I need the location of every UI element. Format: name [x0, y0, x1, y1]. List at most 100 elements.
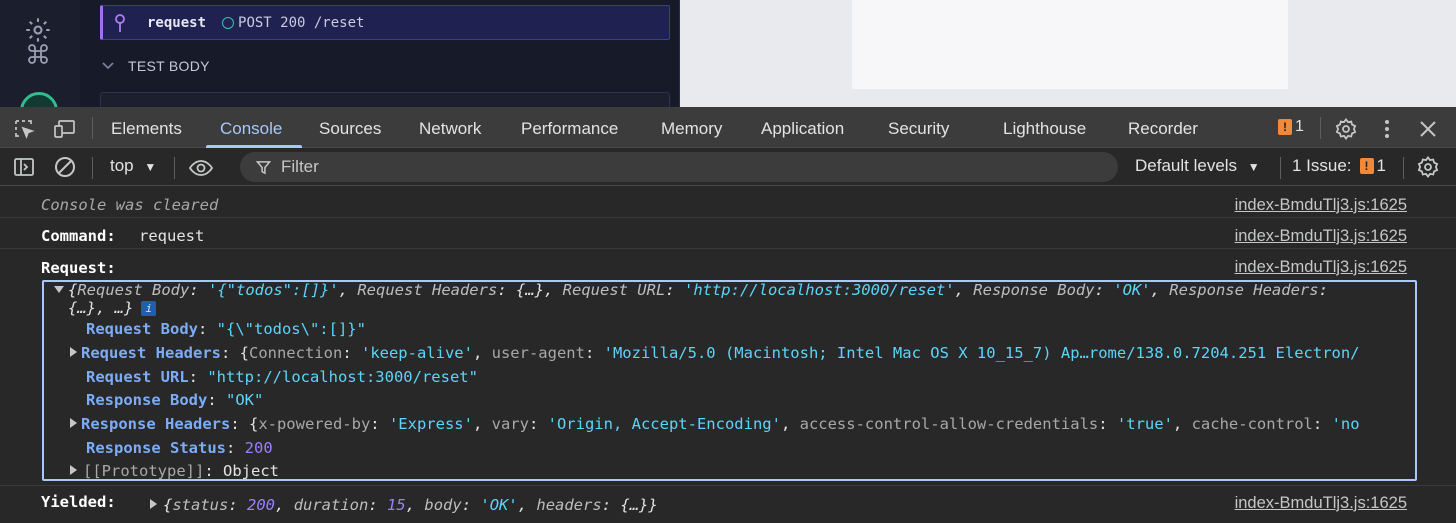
tab-lighthouse[interactable]: Lighthouse	[1003, 107, 1086, 148]
eye-icon[interactable]	[188, 156, 214, 180]
property-key: Response Body	[86, 391, 208, 409]
divider	[92, 157, 93, 179]
console-cleared-text: Console was cleared	[41, 196, 219, 214]
header-key: cache-control	[1191, 415, 1313, 433]
header-key: x-powered-by	[258, 415, 371, 433]
context-select[interactable]: top ▼	[110, 156, 156, 176]
tab-elements[interactable]: Elements	[111, 107, 182, 148]
property-value: 200	[244, 439, 273, 457]
chevron-down-icon	[102, 62, 114, 70]
source-link[interactable]: index-BmduTlj3.js:1625	[1235, 258, 1407, 277]
yield-key: status	[172, 496, 229, 514]
property-row[interactable]: [[Prototype]]: Object	[70, 462, 279, 479]
expand-arrow-icon[interactable]	[54, 286, 64, 293]
summary-key: Response Body	[973, 281, 1095, 299]
property-row: Response Status: 200	[86, 439, 273, 457]
warning-icon: !	[1359, 158, 1374, 174]
filter-placeholder: Filter	[281, 157, 319, 176]
header-value: 'keep-alive'	[360, 344, 473, 362]
property-row: Request URL: "http://localhost:3000/rese…	[86, 368, 478, 386]
header-value: 'no	[1331, 415, 1360, 433]
header-value: 'Origin, Accept-Encoding'	[547, 415, 781, 433]
preview-card	[852, 0, 1288, 89]
object-summary[interactable]: {Request Body: '{"todos":[]}', Request H…	[54, 281, 1328, 299]
summary-value: 'OK'	[1113, 281, 1151, 299]
source-link[interactable]: index-BmduTlj3.js:1625	[1235, 494, 1407, 513]
tab-console[interactable]: Console	[220, 107, 282, 148]
issues-label: 1 Issue:	[1292, 156, 1352, 175]
console-message: Yielded: {status: 200, duration: 15, bod…	[0, 486, 1456, 523]
tab-security[interactable]: Security	[888, 107, 949, 148]
settings-icon[interactable]	[24, 16, 52, 44]
tab-memory[interactable]: Memory	[661, 107, 722, 148]
devtools-tabbar: Elements Console Sources Network Perform…	[0, 107, 1456, 148]
console-toolbar: top ▼ Filter Default levels ▼ 1 Issue: !…	[0, 148, 1456, 186]
sidebar-toggle-icon[interactable]	[12, 155, 36, 179]
property-row[interactable]: Request Headers: {Connection: 'keep-aliv…	[70, 344, 1360, 362]
request-label: Request:	[41, 259, 116, 277]
test-body-toggle[interactable]: TEST BODY	[102, 58, 210, 74]
yield-key: duration	[293, 496, 369, 514]
tab-performance[interactable]: Performance	[521, 107, 618, 148]
source-link[interactable]: index-BmduTlj3.js:1625	[1235, 196, 1407, 215]
gear-icon[interactable]	[1334, 117, 1358, 141]
warning-icon: !	[1278, 119, 1292, 135]
inspect-element-icon[interactable]	[12, 117, 36, 141]
issues-badge[interactable]: ! 1	[1278, 118, 1304, 136]
source-link[interactable]: index-BmduTlj3.js:1625	[1235, 227, 1407, 246]
property-key: Request Body	[86, 320, 198, 338]
yielded-object[interactable]: {status: 200, duration: 15, body: 'OK', …	[150, 496, 658, 514]
request-object-tree: {Request Body: '{"todos":[]}', Request H…	[42, 280, 1417, 481]
filter-icon	[256, 161, 271, 175]
device-toolbar-icon[interactable]	[53, 117, 77, 141]
summary-key: Request URL	[562, 281, 666, 299]
property-row: Response Body: "OK"	[86, 391, 264, 409]
expand-arrow-icon[interactable]	[70, 347, 77, 357]
test-body-label: TEST BODY	[128, 58, 210, 74]
close-icon[interactable]	[1416, 117, 1440, 141]
info-icon[interactable]: i	[141, 301, 157, 316]
divider	[174, 157, 175, 179]
command-key-icon[interactable]	[26, 42, 50, 66]
header-value: 'true'	[1116, 415, 1173, 433]
divider	[1320, 117, 1321, 139]
console-message: Console was cleared index-BmduTlj3.js:16…	[0, 187, 1456, 218]
header-key: access-control-allow-credentials	[799, 415, 1099, 433]
summary-key: Request Headers	[357, 281, 498, 299]
divider	[1280, 157, 1281, 179]
command-row[interactable]: request POST 200 /reset	[100, 5, 670, 40]
tab-sources[interactable]: Sources	[319, 107, 381, 148]
issues-button[interactable]: 1 Issue: ! 1	[1292, 156, 1386, 176]
command-line: Command: request	[41, 227, 204, 245]
summary-value: 'http://localhost:3000/reset'	[683, 281, 955, 299]
filter-input[interactable]: Filter	[240, 152, 1118, 182]
property-key: Request URL	[86, 368, 189, 386]
command-name: request	[147, 14, 207, 31]
header-value: 'Express'	[388, 415, 473, 433]
command-value: request	[139, 227, 205, 245]
summary-value: '{"todos":[]}'	[208, 281, 339, 299]
yield-value: 200	[247, 496, 276, 514]
property-value: "OK"	[226, 391, 264, 409]
command-message: POST 200 /reset	[238, 14, 365, 31]
property-row[interactable]: Response Headers: {x-powered-by: 'Expres…	[70, 415, 1360, 433]
clear-console-icon[interactable]	[53, 155, 77, 179]
command-log-panel: request POST 200 /reset TEST BODY	[80, 0, 680, 122]
expand-arrow-icon[interactable]	[70, 465, 77, 475]
expand-arrow-icon[interactable]	[150, 499, 157, 509]
issues-badge-count: 1	[1295, 118, 1304, 135]
header-value: 'Mozilla/5.0 (Macintosh; Intel Mac OS X …	[603, 344, 1360, 362]
yield-value: 'OK'	[480, 496, 518, 514]
console-settings-icon[interactable]	[1416, 155, 1440, 179]
expand-arrow-icon[interactable]	[70, 418, 77, 428]
more-options-icon[interactable]	[1375, 117, 1399, 141]
property-row: Request Body: "{\"todos\":[]}"	[86, 320, 366, 338]
tab-network[interactable]: Network	[419, 107, 481, 148]
object-summary-cont: {…}, …} i	[68, 299, 157, 317]
log-levels-dropdown[interactable]: Default levels ▼	[1135, 156, 1260, 176]
property-value: "{\"todos\":[]}"	[216, 320, 366, 338]
tab-application[interactable]: Application	[761, 107, 844, 148]
tab-recorder[interactable]: Recorder	[1128, 107, 1198, 148]
property-key: Request Headers	[81, 344, 221, 362]
dropdown-arrow-icon: ▼	[1247, 160, 1260, 174]
